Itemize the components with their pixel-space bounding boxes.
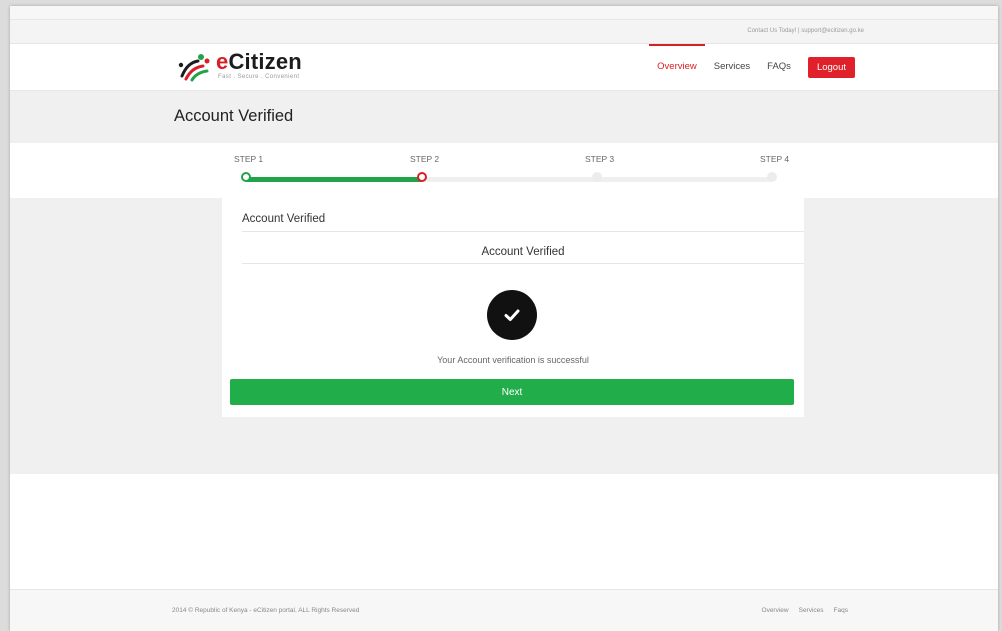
step-2-marker (417, 172, 427, 182)
next-button[interactable]: Next (230, 379, 794, 405)
footer-link-services[interactable]: Services (799, 607, 824, 614)
site-header: eCitizen Fast . Secure . Convenient Over… (10, 44, 998, 91)
logout-button[interactable]: Logout (807, 56, 855, 78)
browser-window: Contact Us Today! | support@ecitizen.go.… (10, 6, 998, 631)
footer-link-overview[interactable]: Overview (762, 607, 789, 614)
brand-tagline: Fast . Secure . Convenient (218, 74, 300, 80)
card-subtitle: Account Verified (481, 246, 565, 258)
step-label-3: STEP 3 (585, 154, 615, 164)
step-label-1: STEP 1 (234, 154, 264, 164)
ecitizen-logo[interactable]: eCitizen Fast . Secure . Convenient (176, 49, 302, 82)
copyright-text: 2014 © Republic of Kenya - eCitizen port… (172, 607, 360, 614)
step-label-4: STEP 4 (760, 154, 790, 164)
footer-links: Overview Services Faqs (752, 607, 848, 614)
footer-link-faqs[interactable]: Faqs (834, 607, 848, 614)
brand-name-prefix: e (216, 49, 229, 74)
step-4-marker (767, 172, 777, 182)
window-frame-top (10, 6, 998, 20)
brand-name: eCitizen (216, 49, 302, 75)
main-nav: Overview Services FAQs Logout (640, 44, 855, 90)
card-header: Account Verified (242, 213, 326, 225)
brand-name-rest: Citizen (228, 49, 302, 74)
step-1-marker (241, 172, 251, 182)
checkmark-icon (504, 309, 520, 321)
progress-track (246, 177, 772, 182)
contact-text: Contact Us Today! | support@ecitizen.go.… (747, 28, 864, 34)
step-3-marker (592, 172, 602, 182)
success-message: Your Account verification is successful (437, 355, 589, 365)
nav-faqs[interactable]: FAQs (767, 44, 791, 90)
progress-fill (246, 177, 422, 182)
site-footer: 2014 © Republic of Kenya - eCitizen port… (10, 589, 998, 631)
step-progress: STEP 1 STEP 2 STEP 3 STEP 4 (10, 143, 998, 198)
nav-services[interactable]: Services (714, 44, 750, 90)
check-circle-icon (487, 290, 537, 340)
content-area: Account Verified Account Verified Your A… (10, 198, 998, 474)
step-label-2: STEP 2 (410, 154, 440, 164)
ecitizen-logo-icon (178, 54, 210, 82)
nav-overview[interactable]: Overview (649, 44, 705, 90)
card-divider (242, 263, 804, 264)
contact-bar: Contact Us Today! | support@ecitizen.go.… (10, 20, 998, 44)
page-title: Account Verified (174, 107, 294, 125)
card-divider (242, 231, 804, 232)
page-title-band: Account Verified (10, 91, 998, 143)
